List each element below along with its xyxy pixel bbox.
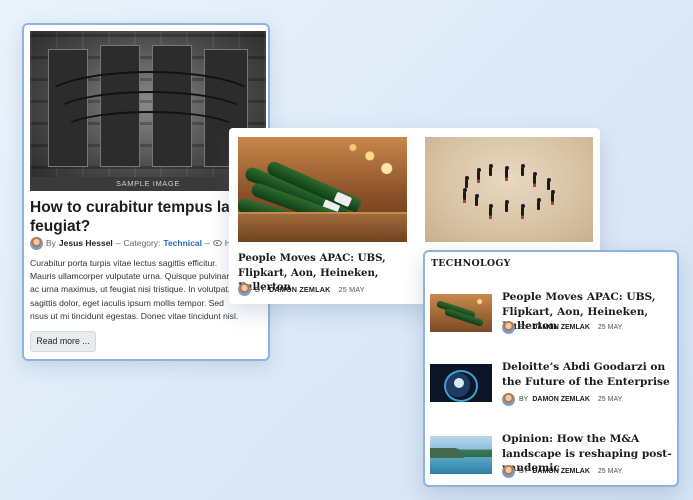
author-name[interactable]: Jesus Hessel <box>59 238 113 248</box>
meta-separator: – <box>204 238 210 248</box>
person-figure <box>546 178 551 190</box>
meta-separator: – <box>115 238 121 248</box>
by-label: By <box>46 238 56 248</box>
article-thumbnail[interactable] <box>430 294 492 332</box>
publish-date: 25 MAY <box>338 284 365 294</box>
section-heading: TECHNOLOGY <box>431 258 511 269</box>
person-figure <box>474 194 479 206</box>
person-figure <box>462 188 467 203</box>
list-item-meta: BY DAMON ZEMLAK 25 MAY <box>502 392 677 406</box>
person-figure <box>504 200 509 212</box>
list-item-meta: BY DAMON ZEMLAK 25 MAY <box>502 464 677 478</box>
category-link[interactable]: Technical <box>163 238 202 248</box>
by-label: BY <box>519 467 529 475</box>
publish-date: 25 MAY <box>597 323 623 331</box>
list-item-title[interactable]: Deloitte’s Abdi Goodarzi on the Future o… <box>502 360 677 389</box>
person-figure <box>520 204 525 219</box>
list-item[interactable]: Deloitte’s Abdi Goodarzi on the Future o… <box>430 360 675 424</box>
person-figure <box>550 190 555 205</box>
person-figure <box>532 172 537 187</box>
person-figure <box>464 176 469 188</box>
technology-list-card: TECHNOLOGY People Moves APAC: UBS, Flipk… <box>423 250 679 487</box>
eye-icon <box>212 240 222 246</box>
author-avatar <box>30 236 43 250</box>
publish-date: 25 MAY <box>597 395 623 403</box>
desert-people-image[interactable] <box>425 137 593 242</box>
excerpt-line: risus ut mi tincidunt egestas. Donec vit… <box>30 310 239 321</box>
list-item-meta: BY DAMON ZEMLAK 25 MAY <box>502 320 677 334</box>
author-name[interactable]: DAMON ZEMLAK <box>532 324 590 331</box>
cable-graphic <box>60 111 240 151</box>
person-figure <box>504 166 509 181</box>
author-name[interactable]: DAMON ZEMLAK <box>532 468 590 475</box>
article-thumbnail[interactable] <box>430 436 492 474</box>
by-label: BY <box>519 395 529 403</box>
by-label: BY <box>519 323 529 331</box>
category-label: Category: <box>123 238 161 248</box>
featured-article-meta: BY DAMON ZEMLAK 25 MAY <box>238 282 408 296</box>
publish-date: 25 MAY <box>597 467 623 475</box>
person-figure <box>488 164 493 176</box>
person-figure <box>536 198 541 210</box>
author-avatar <box>502 464 515 478</box>
author-avatar <box>502 392 515 406</box>
read-more-button[interactable]: Read more ... <box>30 331 96 352</box>
person-figure <box>476 168 481 183</box>
author-name[interactable]: DAMON ZEMLAK <box>269 285 331 294</box>
author-name[interactable]: DAMON ZEMLAK <box>532 396 590 403</box>
list-item[interactable]: People Moves APAC: UBS, Flipkart, Aon, H… <box>430 290 675 354</box>
person-figure <box>520 164 525 176</box>
article-thumbnail[interactable] <box>430 364 492 402</box>
author-avatar <box>502 320 515 334</box>
list-item[interactable]: Opinion: How the M&A landscape is reshap… <box>430 432 677 485</box>
crate-graphic <box>238 212 407 242</box>
by-label: BY <box>255 284 265 294</box>
beer-bottles-image[interactable] <box>238 137 407 242</box>
author-avatar <box>238 282 251 296</box>
person-figure <box>488 204 493 219</box>
